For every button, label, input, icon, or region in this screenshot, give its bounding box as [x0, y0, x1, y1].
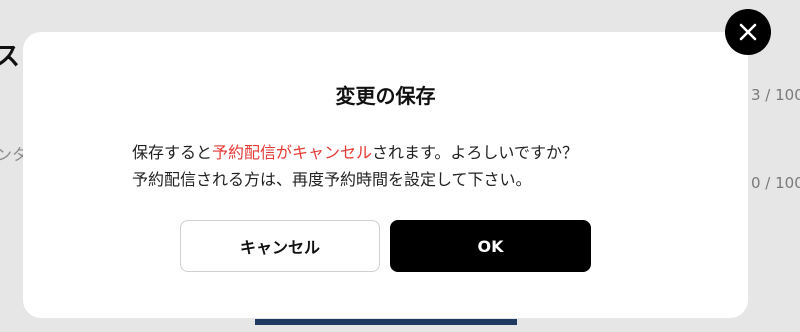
message-warning-text: 予約配信がキャンセル [212, 143, 373, 162]
dialog-title: 変更の保存 [335, 84, 436, 108]
page-heading-fragment: ス [0, 42, 21, 72]
cancel-button[interactable]: キャンセル [180, 220, 380, 272]
character-counter: 3 / 100 [751, 86, 800, 104]
message-line-2: 予約配信される方は、再度予約時間を設定して下さい。 [132, 170, 532, 189]
message-line-1: 保存すると予約配信がキャンセルされます。よろしいですか？ [132, 139, 578, 166]
message-text: 保存すると [132, 143, 213, 162]
close-icon [739, 23, 757, 41]
ok-button[interactable]: OK [390, 220, 591, 272]
close-button[interactable] [725, 9, 771, 55]
message-text: されます。よろしいですか？ [372, 143, 578, 162]
character-counter: 0 / 100 [751, 174, 800, 192]
bottom-action-bar [255, 319, 517, 325]
dialog-message: 保存すると予約配信がキャンセルされます。よろしいですか？ 予約配信される方は、再… [132, 139, 578, 193]
save-changes-dialog: 変更の保存 保存すると予約配信がキャンセルされます。よろしいですか？ 予約配信さ… [23, 32, 748, 318]
